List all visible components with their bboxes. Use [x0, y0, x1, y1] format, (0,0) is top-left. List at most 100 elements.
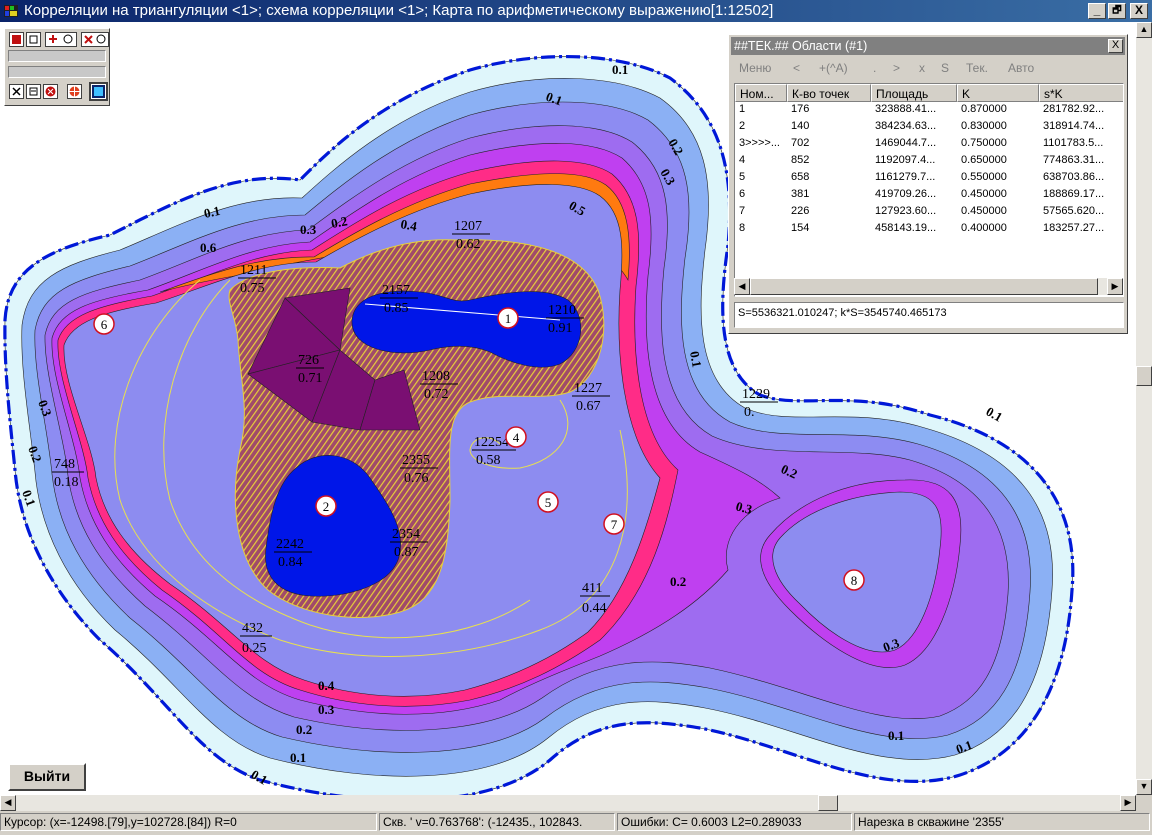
svg-text:748: 748	[54, 457, 75, 472]
table-cell: 852	[791, 154, 810, 166]
panel-title-bar: ##ТЕК.## Области (#1) X	[731, 37, 1125, 55]
view-toggle-icon[interactable]	[89, 82, 108, 101]
menu-item-prev[interactable]: <	[793, 61, 800, 75]
panel-close-button[interactable]: X	[1108, 39, 1123, 53]
svg-text:7: 7	[611, 517, 618, 532]
minimize-button[interactable]: _	[1088, 3, 1106, 19]
scroll-down-icon[interactable]: ▼	[1136, 779, 1152, 795]
region-marker-7: 7	[603, 513, 625, 535]
table-cell: 3>>>>...	[739, 137, 780, 149]
table-cell: 0.830000	[961, 120, 1007, 132]
scroll-thumb[interactable]	[750, 278, 1098, 295]
svg-text:2355: 2355	[402, 453, 430, 468]
zoom-in-icon[interactable]	[45, 32, 77, 47]
svg-text:5: 5	[545, 495, 552, 510]
frame-icon[interactable]	[26, 32, 41, 47]
maximize-button[interactable]: 🗗	[1108, 3, 1126, 19]
svg-text:2354: 2354	[392, 527, 420, 542]
svg-text:6: 6	[101, 317, 108, 332]
table-cell: 323888.41...	[875, 103, 937, 115]
contour-label: 0.6	[200, 240, 217, 255]
region-marker-1: 1	[497, 307, 519, 329]
regions-panel: ##ТЕК.## Области (#1) X Меню < +(^A) . >…	[728, 34, 1128, 334]
menu-item-auto[interactable]: Авто	[1008, 61, 1034, 75]
table-cell: 0.550000	[961, 171, 1007, 183]
table-cell: 140	[791, 120, 810, 132]
contour-label: 0.2	[296, 722, 312, 737]
cancel-icon[interactable]	[43, 84, 58, 99]
menu-item-add[interactable]: +(^A)	[819, 61, 848, 75]
panel-hscrollbar[interactable]: ◀ ▶	[734, 278, 1123, 295]
svg-text:1229: 1229	[742, 387, 770, 402]
menu-item-s[interactable]: S	[941, 61, 949, 75]
table-cell: 8	[739, 222, 746, 234]
table-cell: 154	[791, 222, 810, 234]
status-errors: Ошибки: C= 0.6003 L2=0.289033	[617, 813, 852, 831]
svg-text:0.58: 0.58	[476, 453, 501, 468]
delete-icon[interactable]	[9, 32, 24, 47]
svg-text:0.25: 0.25	[242, 641, 267, 656]
svg-text:4: 4	[513, 430, 520, 445]
col-header-sk[interactable]: s*K	[1039, 84, 1123, 102]
svg-text:0.62: 0.62	[456, 237, 481, 252]
close-small-icon[interactable]	[9, 84, 24, 99]
status-cursor: Курсор: (x=-12498.[79],y=102728.[84]) R=…	[0, 813, 377, 831]
window-title: Корреляции на триангуляции <1>; схема ко…	[24, 2, 774, 19]
svg-text:0.: 0.	[744, 405, 755, 420]
map-toolbar	[4, 28, 110, 106]
scroll-left-icon[interactable]: ◀	[0, 795, 16, 811]
map-vscrollbar[interactable]: ▲ ▼	[1136, 22, 1152, 795]
scroll-right-icon[interactable]: ▶	[1107, 278, 1123, 295]
svg-text:0.76: 0.76	[404, 471, 429, 486]
svg-text:432: 432	[242, 621, 263, 636]
menu-item-next[interactable]: >	[893, 61, 900, 75]
svg-text:0.84: 0.84	[278, 555, 303, 570]
svg-text:2242: 2242	[276, 537, 304, 552]
scroll-right-icon[interactable]: ▶	[1120, 795, 1136, 811]
svg-text:8: 8	[851, 573, 858, 588]
menu-item-current[interactable]: Тек.	[966, 61, 988, 75]
map-hscrollbar[interactable]: ◀ ▶	[0, 795, 1136, 811]
svg-text:2157: 2157	[382, 283, 410, 298]
col-header-area[interactable]: Площадь	[871, 84, 957, 102]
table-cell: 702	[791, 137, 810, 149]
table-cell: 2	[739, 120, 746, 132]
table-cell: 1101783.5...	[1043, 137, 1104, 149]
toolbar-strip	[8, 50, 106, 62]
col-header-num[interactable]: Ном...	[735, 84, 787, 102]
close-button[interactable]: X	[1130, 3, 1148, 19]
svg-text:1208: 1208	[422, 369, 450, 384]
status-cut: Нарезка в скважине '2355'	[854, 813, 1150, 831]
region-marker-4: 4	[505, 426, 527, 448]
exit-button[interactable]: Выйти	[8, 763, 86, 791]
scroll-up-icon[interactable]: ▲	[1136, 22, 1152, 38]
list-icon[interactable]	[26, 84, 41, 99]
panel-menu: Меню < +(^A) . > x S Тек. Авто	[731, 58, 1125, 80]
target-icon[interactable]	[67, 84, 82, 99]
contour-label: 0.1	[984, 404, 1006, 425]
col-header-k[interactable]: K	[957, 84, 1039, 102]
panel-title: ##ТЕК.## Области (#1)	[734, 39, 868, 53]
svg-text:1: 1	[505, 311, 512, 326]
menu-item-dot[interactable]: .	[873, 61, 876, 75]
table-cell: 419709.26...	[875, 188, 937, 200]
table-cell: 1	[739, 103, 746, 115]
hscroll-thumb[interactable]	[818, 795, 838, 811]
vscroll-thumb[interactable]	[1136, 366, 1152, 386]
table-cell: 1192097.4...	[875, 154, 936, 166]
table-cell: 458143.19...	[875, 222, 937, 234]
scroll-left-icon[interactable]: ◀	[734, 278, 750, 295]
svg-text:1210: 1210	[548, 303, 576, 318]
svg-text:0.75: 0.75	[240, 281, 265, 296]
svg-text:0.71: 0.71	[298, 371, 323, 386]
svg-text:0.18: 0.18	[54, 475, 79, 490]
regions-table[interactable]: Ном... К-во точек Площадь K s*K 1 176 3238…	[734, 83, 1124, 297]
menu-item-menu[interactable]: Меню	[739, 61, 771, 75]
menu-item-x[interactable]: x	[919, 61, 925, 75]
zoom-out-icon[interactable]	[81, 32, 109, 47]
table-cell: 5	[739, 171, 746, 183]
svg-text:0.67: 0.67	[576, 399, 601, 414]
contour-label: 0.2	[670, 574, 686, 589]
col-header-points[interactable]: К-во точек	[787, 84, 871, 102]
table-cell: 658	[791, 171, 810, 183]
